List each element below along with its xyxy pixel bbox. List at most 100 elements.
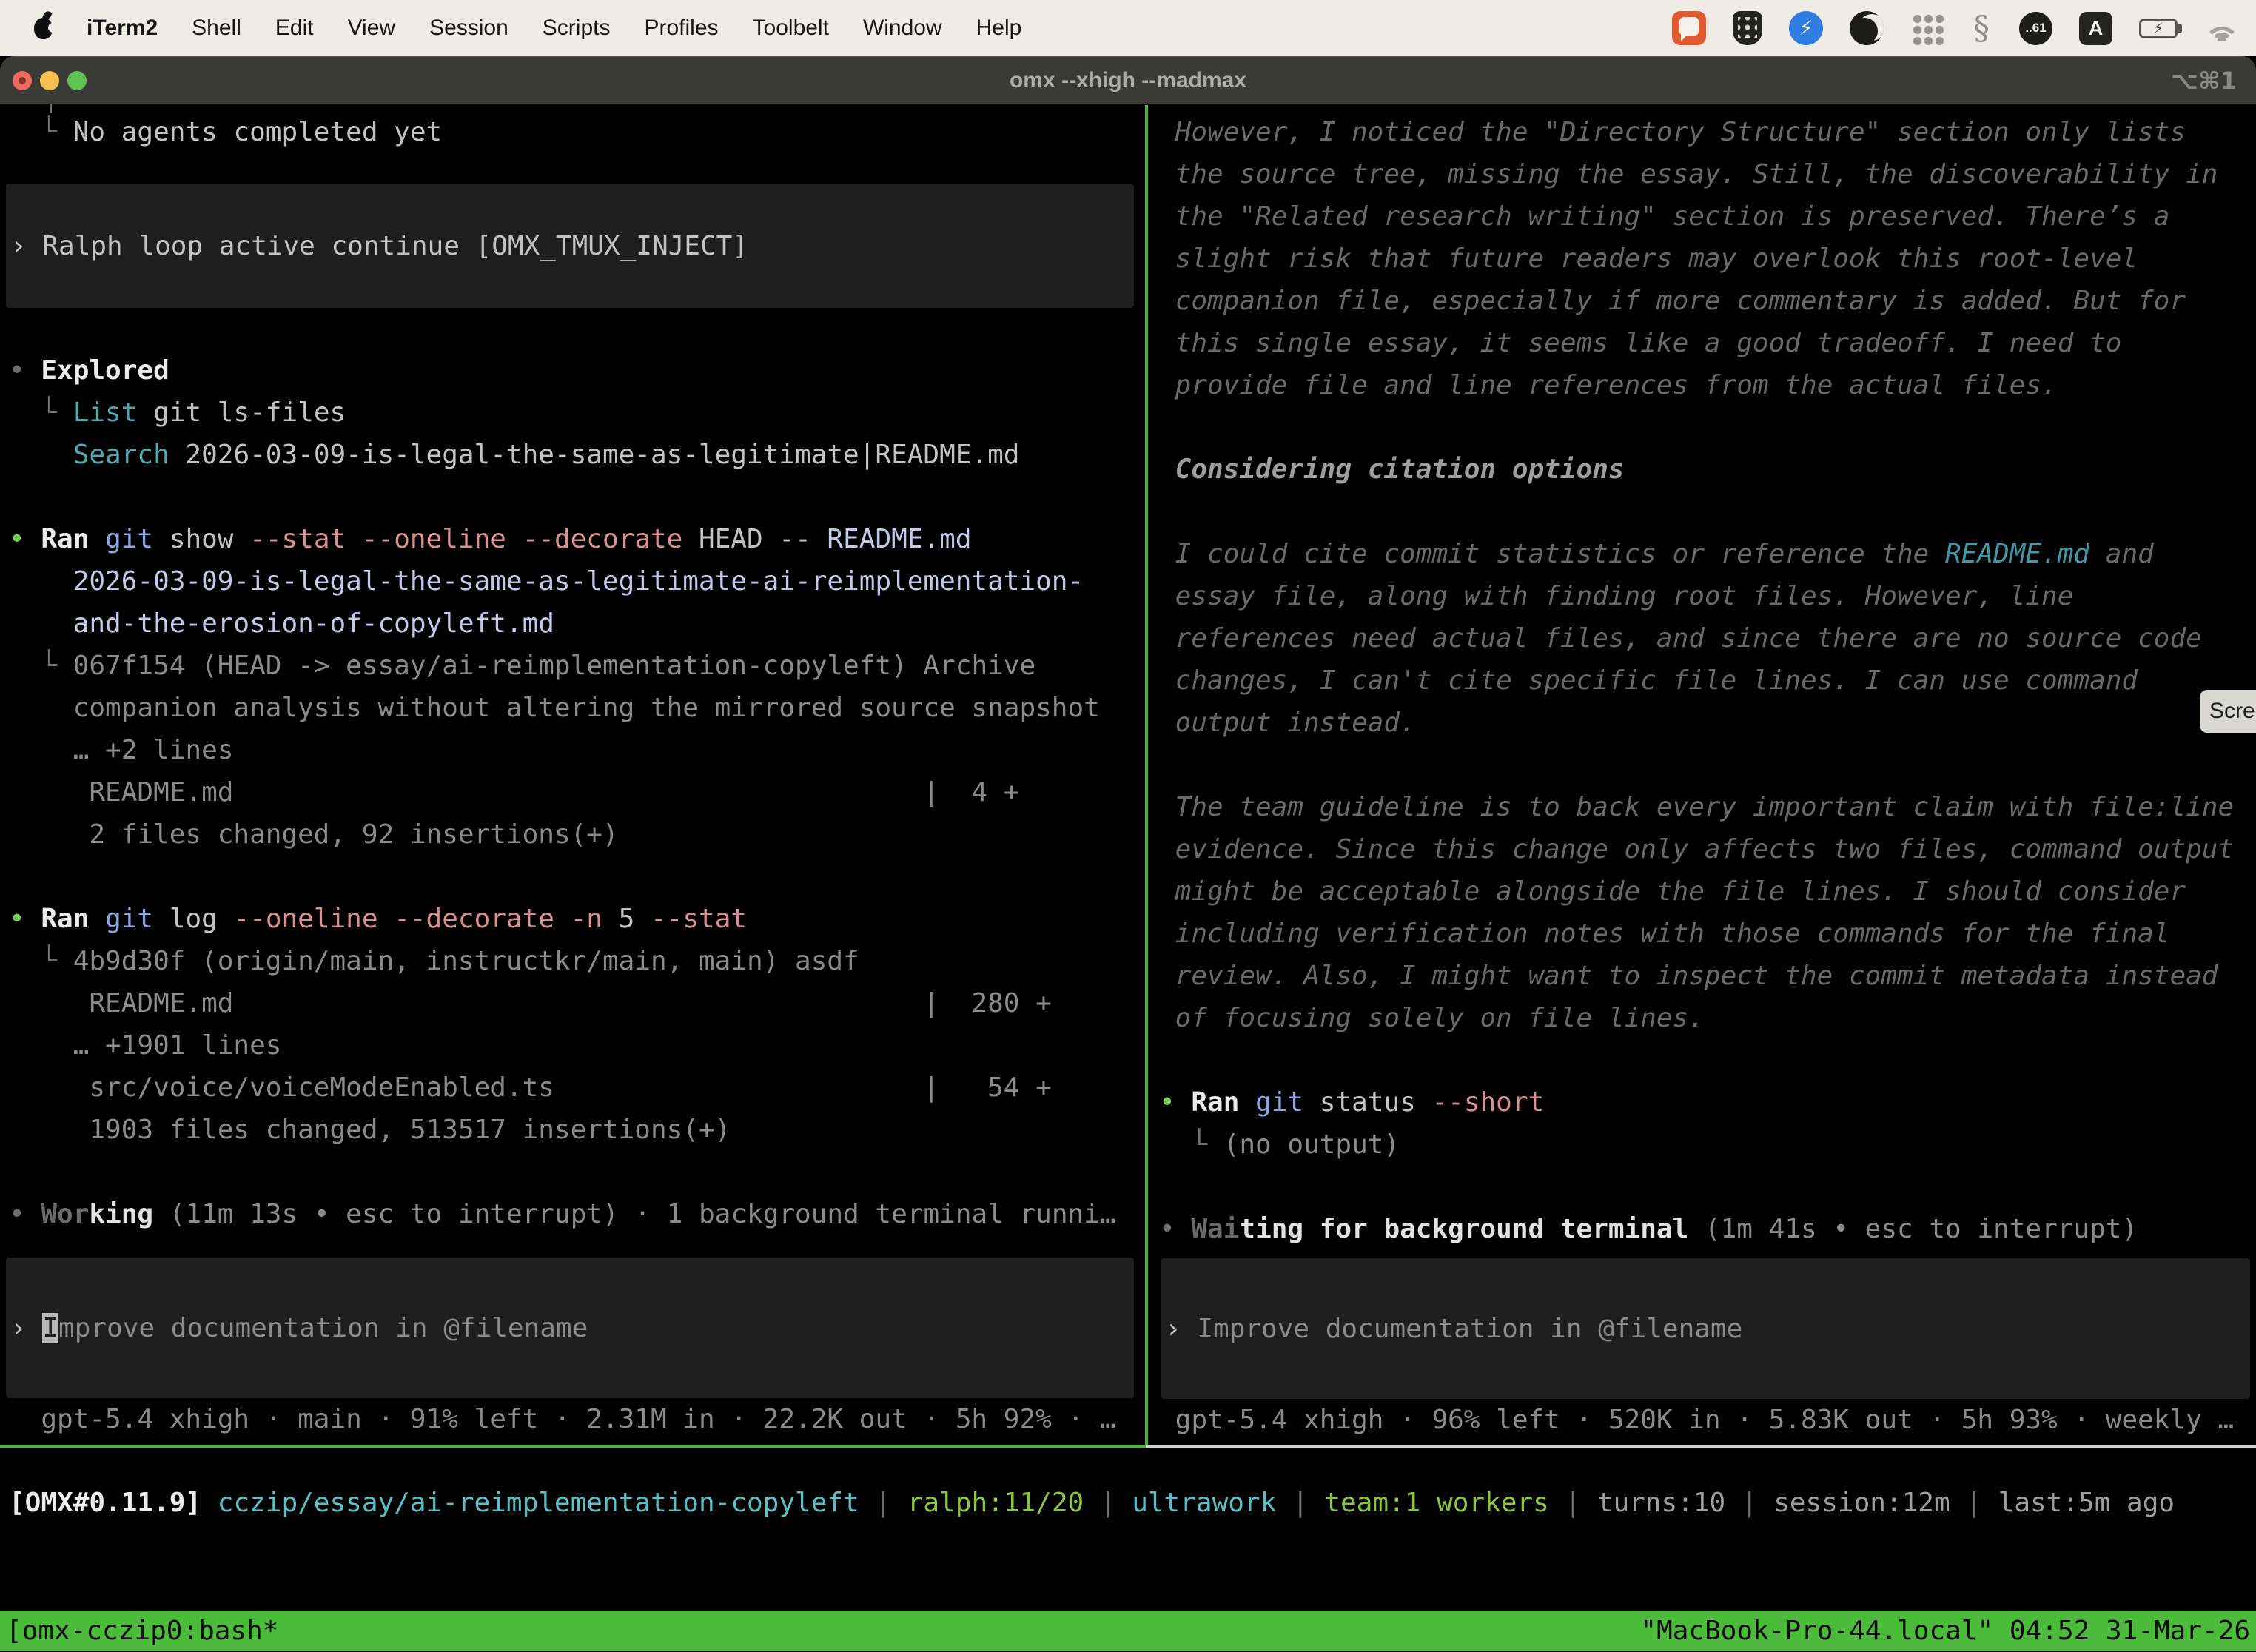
terminal-line: gpt-5.4 xhigh · 96% left · 520K in · 5.8… [1155, 1399, 2256, 1441]
terminal-line: essay file, along with finding root file… [1155, 575, 2256, 617]
right-pane[interactable]: However, I noticed the "Directory Struct… [1155, 104, 2256, 1441]
terminal-line: changes, I can't cite specific file line… [1155, 659, 2256, 702]
right-agent-log: However, I noticed the "Directory Struct… [1155, 111, 2256, 1250]
menu-scripts[interactable]: Scripts [543, 16, 611, 41]
terminal-window: omx --xhigh --madmax ⌥⌘1 └ No agents com… [0, 56, 2256, 1652]
terminal-line: 1903 files changed, 513517 insertions(+) [0, 1109, 1146, 1151]
battery-icon[interactable] [2139, 19, 2178, 38]
screen-overlay-stub[interactable]: Scre [2200, 690, 2256, 733]
terminal-line: might be acceptable alongside the file l… [1155, 870, 2256, 913]
terminal-line: └ 067f154 (HEAD -> essay/ai-reimplementa… [0, 645, 1146, 687]
terminal-line: Considering citation options [1155, 449, 2256, 491]
terminal-line: src/voice/voiceModeEnabled.ts | 54 + [0, 1067, 1146, 1109]
terminal-line: README.md | 280 + [0, 982, 1146, 1024]
terminal-line: └ No agents completed yet [0, 111, 1146, 153]
crescent-circle-icon[interactable] [1850, 11, 1884, 45]
terminal-line: output instead. [1155, 702, 2256, 744]
terminal-line: this single essay, it seems like a good … [1155, 322, 2256, 364]
apple-menu-icon[interactable] [34, 18, 53, 39]
terminal-line: 2026-03-09-is-legal-the-same-as-legitima… [0, 560, 1146, 602]
menu-view[interactable]: View [348, 16, 395, 41]
left-pane[interactable]: └ No agents completed yet › Ralph loop a… [0, 104, 1146, 1440]
terminal-line: › Improve documentation in @filename [1161, 1308, 2250, 1350]
menu-help[interactable]: Help [976, 16, 1022, 41]
letter-a-icon[interactable]: A [2079, 12, 2112, 45]
window-shortcut-badge: ⌥⌘1 [2171, 67, 2237, 95]
terminal-line: references need actual files, and since … [1155, 617, 2256, 659]
lightning-badge-icon[interactable] [1789, 11, 1823, 45]
tmux-status-bar: [omx-cczip0:bash* "MacBook-Pro-44.local"… [0, 1611, 2256, 1651]
menu-edit[interactable]: Edit [275, 16, 314, 41]
menu-window[interactable]: Window [863, 16, 942, 41]
chat-bubble-icon[interactable] [1672, 11, 1706, 45]
terminal-line: … +1901 lines [0, 1024, 1146, 1067]
terminal-line: … +2 lines [0, 729, 1146, 771]
terminal-line: evidence. Since this change only affects… [1155, 828, 2256, 870]
terminal-line [1155, 406, 2256, 449]
ralph-loop-line: › Ralph loop active continue [OMX_TMUX_I… [6, 225, 1134, 267]
terminal-line: However, I noticed the "Directory Struct… [1155, 111, 2256, 153]
terminal-line [1155, 744, 2256, 786]
tmux-session-label: [omx-cczip0:bash* [6, 1616, 278, 1646]
menu-session[interactable]: Session [429, 16, 508, 41]
terminal-line: including verification notes with those … [1155, 913, 2256, 955]
terminal-line: companion file, especially if more comme… [1155, 280, 2256, 322]
terminal-line: └ 4b9d30f (origin/main, instructkr/main,… [0, 940, 1146, 982]
terminal-line: The team guideline is to back every impo… [1155, 786, 2256, 828]
right-model-statusline: gpt-5.4 xhigh · 96% left · 520K in · 5.8… [1155, 1399, 2256, 1441]
terminal-line: of focusing solely on file lines. [1155, 997, 2256, 1039]
menu-shell[interactable]: Shell [192, 16, 241, 41]
terminal-line: • Ran git log --oneline --decorate -n 5 … [0, 898, 1146, 940]
terminal-line: the "Related research writing" section i… [1155, 195, 2256, 238]
menu-profiles[interactable]: Profiles [644, 16, 718, 41]
terminal-line [1155, 491, 2256, 533]
right-prompt-line: › Improve documentation in @filename [1161, 1308, 2250, 1350]
squiggle-icon[interactable] [1970, 10, 1993, 47]
terminal-line: companion analysis without altering the … [0, 687, 1146, 729]
terminal-line: provide file and line references from th… [1155, 364, 2256, 406]
menu-app-name[interactable]: iTerm2 [87, 16, 158, 41]
omx-status-line: [OMX#0.11.9] cczip/essay/ai-reimplementa… [0, 1482, 2256, 1524]
terminal-line [0, 1151, 1146, 1193]
terminal-line: 2 files changed, 92 insertions(+) [0, 813, 1146, 856]
titlebar[interactable]: omx --xhigh --madmax ⌥⌘1 [0, 56, 2256, 104]
menu-toolbelt[interactable]: Toolbelt [753, 16, 829, 41]
tmux-host-clock: "MacBook-Pro-44.local" 04:52 31-Mar-26 [1640, 1616, 2250, 1646]
left-pane-bottom-border [0, 1445, 1146, 1448]
terminal-line [0, 476, 1146, 518]
pane-divider[interactable] [1145, 105, 1148, 1448]
terminal-line: gpt-5.4 xhigh · main · 91% left · 2.31M … [0, 1398, 1146, 1440]
terminal-line: [OMX#0.11.9] cczip/essay/ai-reimplementa… [0, 1482, 2256, 1524]
right-prompt-input[interactable]: › Improve documentation in @filename [1161, 1258, 2250, 1399]
terminal-line: I could cite commit statistics or refere… [1155, 533, 2256, 575]
terminal-line: Search 2026-03-09-is-legal-the-same-as-l… [0, 434, 1146, 476]
terminal-line: • Ran git show --stat --oneline --decora… [0, 518, 1146, 560]
terminal-line: • Working (11m 13s • esc to interrupt) ·… [0, 1193, 1146, 1235]
menubar-status-icons: ..61 A [1672, 10, 2240, 47]
terminal-line: └ (no output) [1155, 1124, 2256, 1166]
window-title: omx --xhigh --madmax [0, 68, 2256, 93]
terminal-line: • Waiting for background terminal (1m 41… [1155, 1208, 2256, 1250]
badge-61-icon[interactable]: ..61 [2019, 12, 2052, 45]
terminal-line [1155, 1166, 2256, 1208]
terminal-line: slight risk that future readers may over… [1155, 238, 2256, 280]
shield-grid-icon[interactable] [1733, 11, 1762, 45]
wifi-icon[interactable] [2204, 15, 2240, 41]
left-agent-log: • Explored └ List git ls-files Search 20… [0, 349, 1146, 1235]
left-prompt-input[interactable]: › Improve documentation in @filename [6, 1258, 1134, 1398]
terminal-line: › Ralph loop active continue [OMX_TMUX_I… [6, 225, 1134, 267]
agents-summary: └ No agents completed yet [0, 111, 1146, 153]
terminal-line: • Ran git status --short [1155, 1081, 2256, 1124]
terminal-line: └ List git ls-files [0, 392, 1146, 434]
menubar: iTerm2 Shell Edit View Session Scripts P… [0, 0, 2256, 56]
terminal-line [1155, 1039, 2256, 1081]
terminal-line: the source tree, missing the essay. Stil… [1155, 153, 2256, 195]
terminal-line: and-the-erosion-of-copyleft.md [0, 602, 1146, 645]
ralph-loop-box: › Ralph loop active continue [OMX_TMUX_I… [6, 184, 1134, 308]
dots-grid-icon[interactable] [1910, 12, 1944, 45]
left-model-statusline: gpt-5.4 xhigh · main · 91% left · 2.31M … [0, 1398, 1146, 1440]
terminal-line: review. Also, I might want to inspect th… [1155, 955, 2256, 997]
terminal-line: README.md | 4 + [0, 771, 1146, 813]
left-prompt-line: › Improve documentation in @filename [6, 1307, 1134, 1349]
terminal-line: • Explored [0, 349, 1146, 392]
